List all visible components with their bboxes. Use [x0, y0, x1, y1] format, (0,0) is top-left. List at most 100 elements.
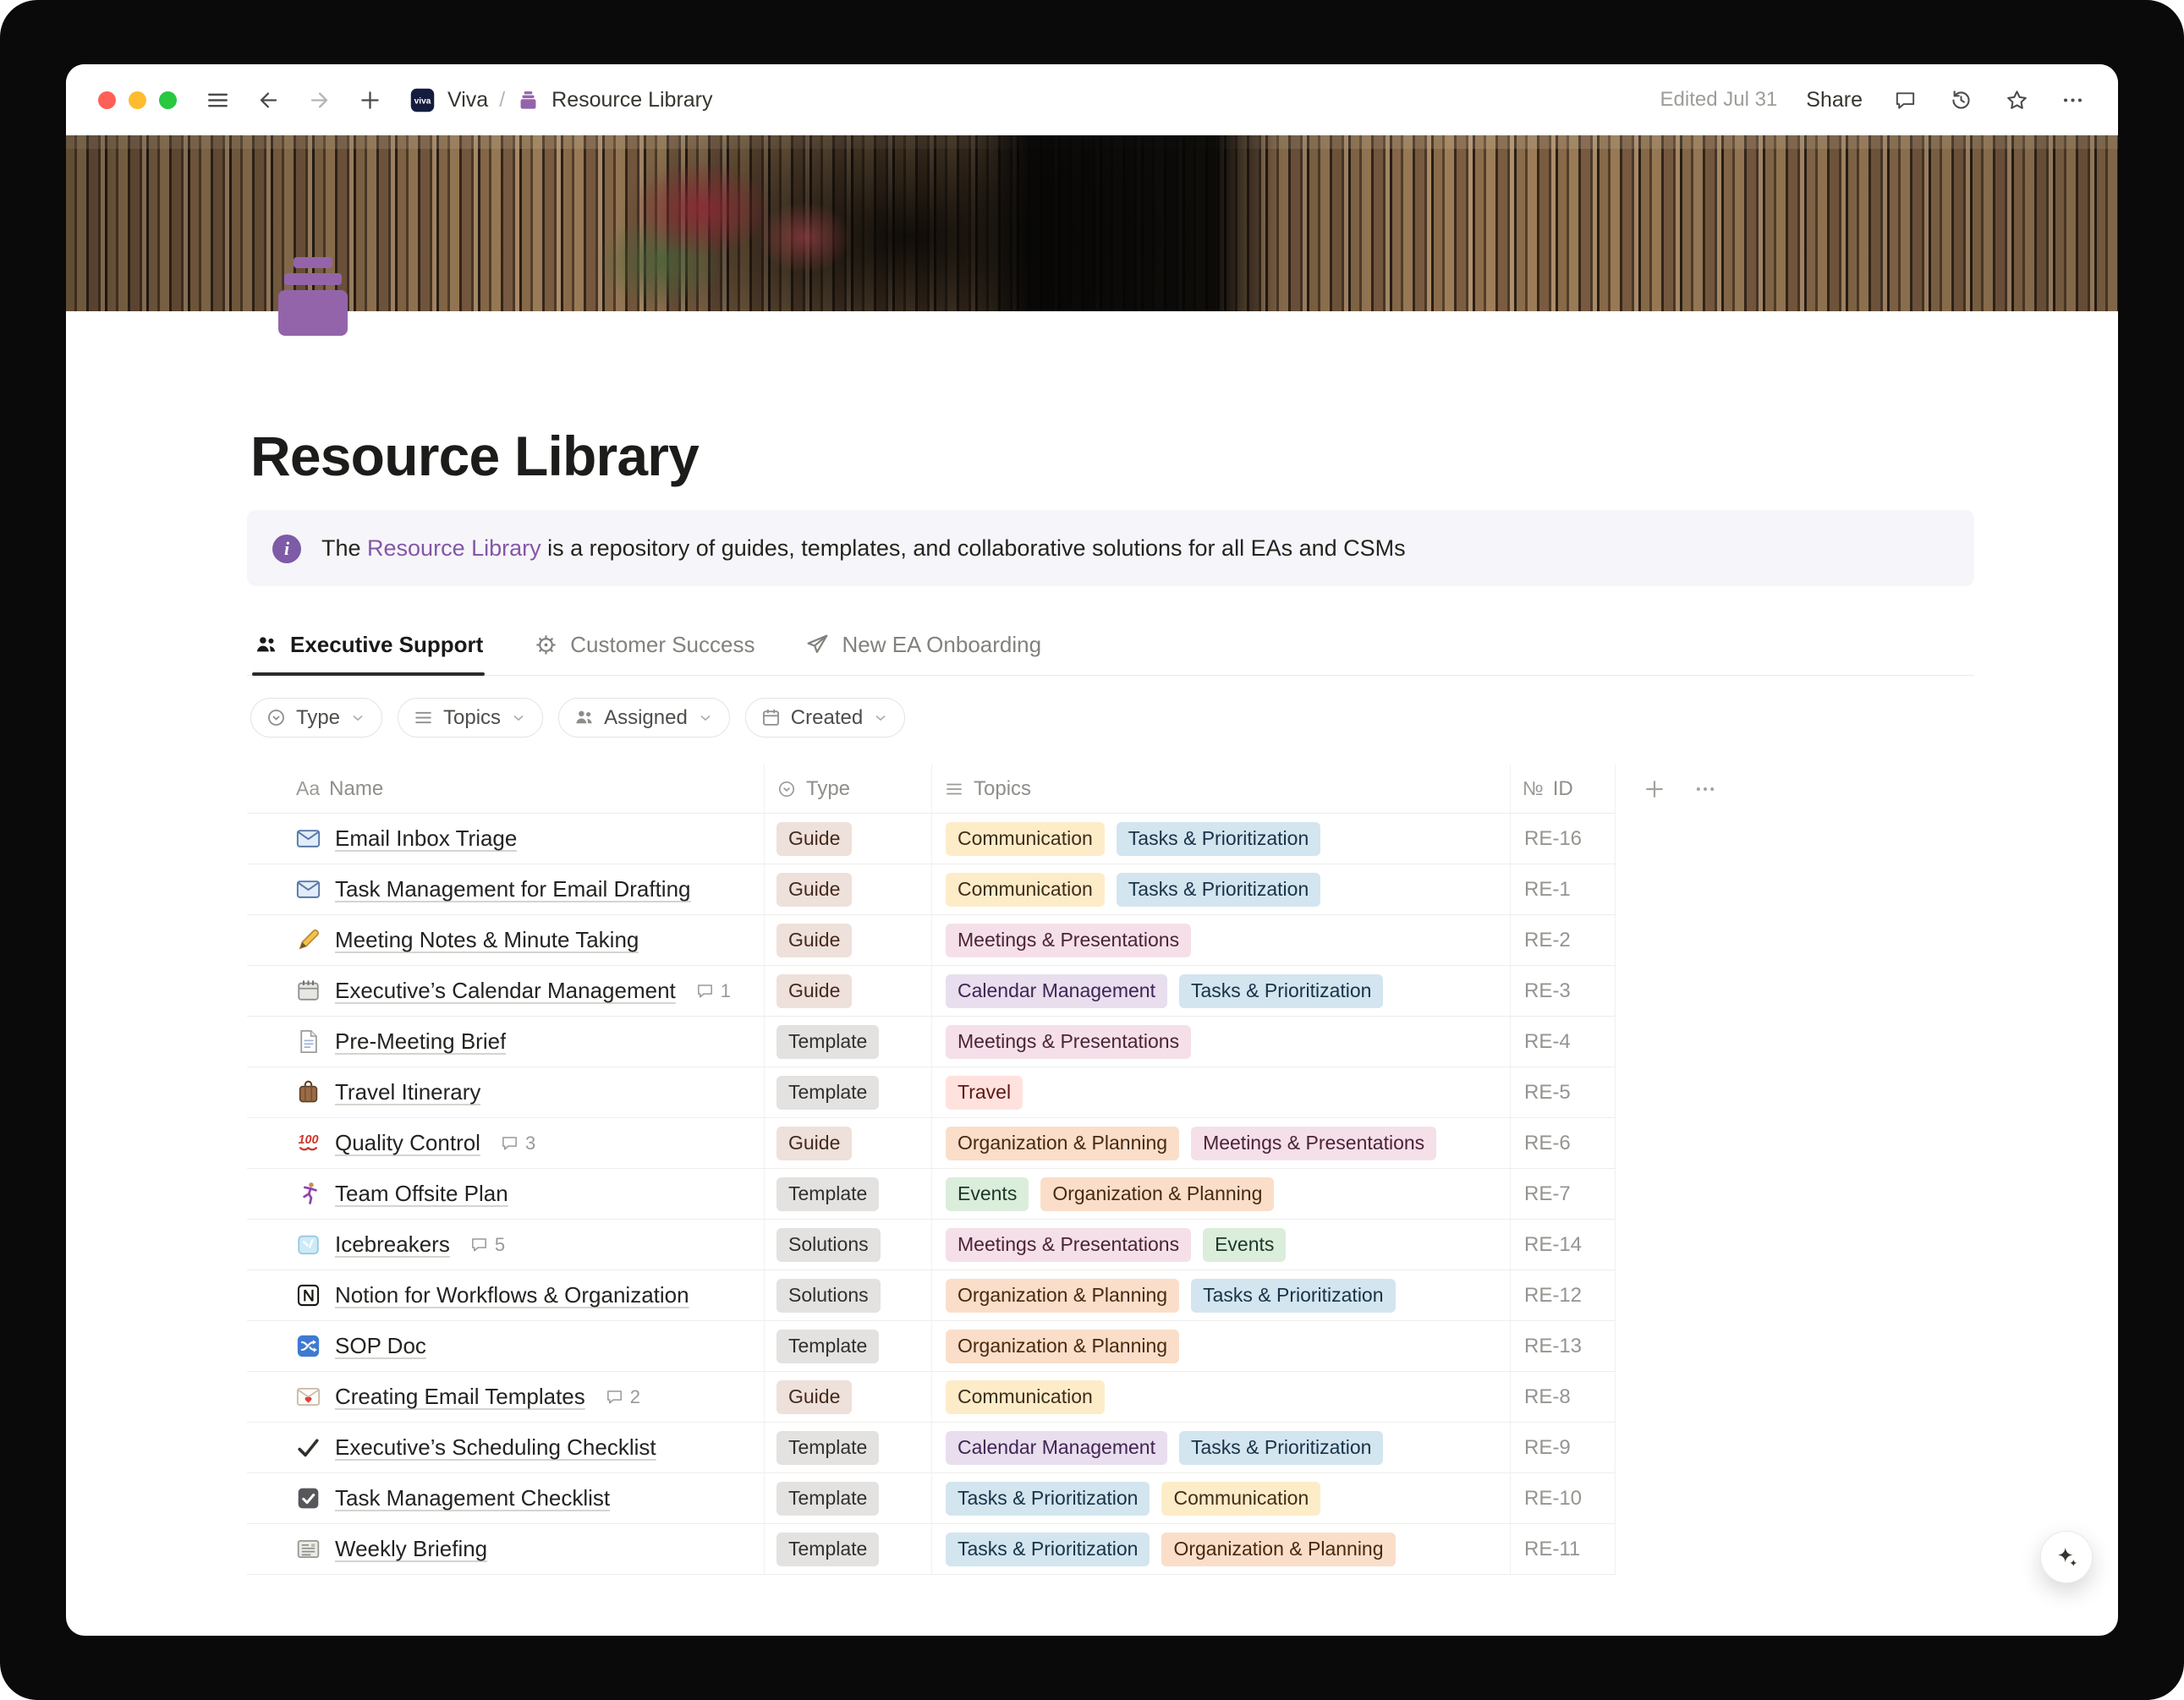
topics-cell[interactable]: Organization & PlanningTasks & Prioritiz…: [932, 1270, 1511, 1320]
topics-cell[interactable]: CommunicationTasks & Prioritization: [932, 864, 1511, 914]
page-link[interactable]: Notion for Workflows & Organization: [335, 1282, 689, 1308]
workspace-logo-icon[interactable]: viva: [409, 86, 436, 114]
page-link[interactable]: Travel Itinerary: [335, 1079, 480, 1105]
topic-tag[interactable]: Tasks & Prioritization: [1117, 822, 1320, 856]
topic-tag[interactable]: Events: [946, 1177, 1029, 1211]
favorite-star-icon[interactable]: [2003, 86, 2030, 113]
topic-tag[interactable]: Tasks & Prioritization: [1179, 974, 1383, 1008]
type-tag[interactable]: Guide: [776, 822, 852, 856]
column-header-topics[interactable]: Topics: [932, 765, 1511, 813]
column-header-type[interactable]: Type: [765, 765, 932, 813]
close-window-button[interactable]: [98, 91, 116, 109]
type-cell[interactable]: Guide: [765, 1118, 932, 1168]
type-cell[interactable]: Solutions: [765, 1270, 932, 1320]
page-link[interactable]: Team Offsite Plan: [335, 1181, 508, 1207]
topics-cell[interactable]: Organization & Planning: [932, 1321, 1511, 1371]
topic-tag[interactable]: Tasks & Prioritization: [1179, 1431, 1383, 1465]
page-link[interactable]: Meeting Notes & Minute Taking: [335, 927, 639, 953]
type-cell[interactable]: Guide: [765, 864, 932, 914]
topics-cell[interactable]: Events Organization & Planning: [932, 1169, 1511, 1219]
type-tag[interactable]: Template: [776, 1177, 879, 1211]
table-row[interactable]: Task Management for Email DraftingGuideC…: [247, 864, 1616, 915]
topic-tag[interactable]: Tasks & Prioritization: [946, 1533, 1150, 1566]
comment-count-badge[interactable]: 2: [605, 1386, 640, 1408]
topic-tag[interactable]: Events: [1203, 1228, 1286, 1262]
page-link[interactable]: Creating Email Templates: [335, 1384, 585, 1410]
column-header-id[interactable]: №ID: [1511, 765, 1616, 813]
type-tag[interactable]: Template: [776, 1025, 879, 1059]
name-cell[interactable]: Weekly Briefing: [247, 1524, 765, 1574]
table-row[interactable]: Icebreakers 5 Solutions Meetings & Presenta…: [247, 1220, 1616, 1270]
id-cell[interactable]: RE-2: [1511, 915, 1616, 965]
breadcrumb-page[interactable]: Resource Library: [551, 88, 712, 112]
id-cell[interactable]: RE-4: [1511, 1017, 1616, 1067]
page-link[interactable]: Quality Control: [335, 1130, 480, 1156]
minimize-window-button[interactable]: [129, 91, 146, 109]
name-cell[interactable]: Creating Email Templates 2: [247, 1372, 765, 1422]
type-cell[interactable]: Guide: [765, 966, 932, 1016]
table-row[interactable]: Task Management ChecklistTemplateTasks &…: [247, 1473, 1616, 1524]
type-cell[interactable]: Template: [765, 1169, 932, 1219]
filter-chip-topics[interactable]: Topics: [398, 698, 543, 738]
type-cell[interactable]: Template: [765, 1067, 932, 1117]
id-cell[interactable]: RE-6: [1511, 1118, 1616, 1168]
add-column-icon[interactable]: [1641, 776, 1668, 803]
id-cell[interactable]: RE-1: [1511, 864, 1616, 914]
breadcrumb-workspace[interactable]: Viva: [447, 88, 488, 112]
comment-count-badge[interactable]: 5: [469, 1234, 505, 1256]
tab-executive-support[interactable]: Executive Support: [252, 623, 485, 675]
page-link[interactable]: Executive’s Calendar Management: [335, 978, 676, 1004]
name-cell[interactable]: Executive’s Calendar Management 1: [247, 966, 765, 1016]
page-icon-archive[interactable]: [266, 257, 360, 336]
column-header-name[interactable]: AaName: [247, 765, 765, 813]
type-cell[interactable]: Guide: [765, 814, 932, 864]
id-cell[interactable]: RE-14: [1511, 1220, 1616, 1270]
type-cell[interactable]: Template: [765, 1423, 932, 1472]
table-row[interactable]: 100Quality Control3GuideOrganization & P…: [247, 1118, 1616, 1169]
page-link[interactable]: Icebreakers: [335, 1231, 450, 1258]
topic-tag[interactable]: Communication: [946, 822, 1105, 856]
topic-tag[interactable]: Organization & Planning: [1040, 1177, 1274, 1211]
type-tag[interactable]: Solutions: [776, 1228, 881, 1262]
topic-tag[interactable]: Organization & Planning: [1161, 1533, 1395, 1566]
page-link[interactable]: Pre-Meeting Brief: [335, 1028, 506, 1055]
zoom-window-button[interactable]: [159, 91, 177, 109]
name-cell[interactable]: Task Management Checklist: [247, 1473, 765, 1523]
topic-tag[interactable]: Communication: [946, 873, 1105, 907]
type-cell[interactable]: Solutions: [765, 1220, 932, 1270]
id-cell[interactable]: RE-8: [1511, 1372, 1616, 1422]
topics-cell[interactable]: Tasks & Prioritization Organization & Pla…: [932, 1524, 1511, 1574]
type-tag[interactable]: Guide: [776, 1127, 852, 1160]
resource-library-link[interactable]: Resource Library: [367, 535, 541, 561]
topic-tag[interactable]: Organization & Planning: [946, 1127, 1179, 1160]
table-row[interactable]: Meeting Notes & Minute TakingGuideMeetin…: [247, 915, 1616, 966]
name-cell[interactable]: SOP Doc: [247, 1321, 765, 1371]
history-icon[interactable]: [1947, 86, 1974, 113]
table-row[interactable]: Creating Email Templates2GuideCommunicat…: [247, 1372, 1616, 1423]
page-link[interactable]: Email Inbox Triage: [335, 825, 517, 852]
type-cell[interactable]: Template: [765, 1524, 932, 1574]
name-cell[interactable]: Icebreakers 5: [247, 1220, 765, 1270]
topic-tag[interactable]: Travel: [946, 1076, 1023, 1110]
name-cell[interactable]: Travel Itinerary: [247, 1067, 765, 1117]
type-cell[interactable]: Template: [765, 1017, 932, 1067]
topics-cell[interactable]: Communication Tasks & Prioritization: [932, 814, 1511, 864]
comment-count-badge[interactable]: 1: [695, 980, 731, 1002]
table-row[interactable]: Email Inbox Triage Guide Communication Task…: [247, 814, 1616, 864]
filter-chip-assigned[interactable]: Assigned: [558, 698, 730, 738]
id-cell[interactable]: RE-3: [1511, 966, 1616, 1016]
more-options-icon[interactable]: [2059, 86, 2086, 113]
topics-cell[interactable]: Meetings & PresentationsEvents: [932, 1220, 1511, 1270]
type-cell[interactable]: Guide: [765, 915, 932, 965]
topics-cell[interactable]: Communication: [932, 1372, 1511, 1422]
page-link[interactable]: Task Management for Email Drafting: [335, 876, 691, 902]
id-cell[interactable]: RE-13: [1511, 1321, 1616, 1371]
filter-chip-created[interactable]: Created: [745, 698, 905, 738]
type-tag[interactable]: Guide: [776, 974, 852, 1008]
table-row[interactable]: Executive’s Scheduling ChecklistTemplate…: [247, 1423, 1616, 1473]
id-cell[interactable]: RE-5: [1511, 1067, 1616, 1117]
table-row[interactable]: SOP DocTemplateOrganization & PlanningRE…: [247, 1321, 1616, 1372]
table-row[interactable]: Executive’s Calendar Management1GuideCal…: [247, 966, 1616, 1017]
notion-ai-button[interactable]: [2040, 1531, 2093, 1583]
name-cell[interactable]: Team Offsite Plan: [247, 1169, 765, 1219]
